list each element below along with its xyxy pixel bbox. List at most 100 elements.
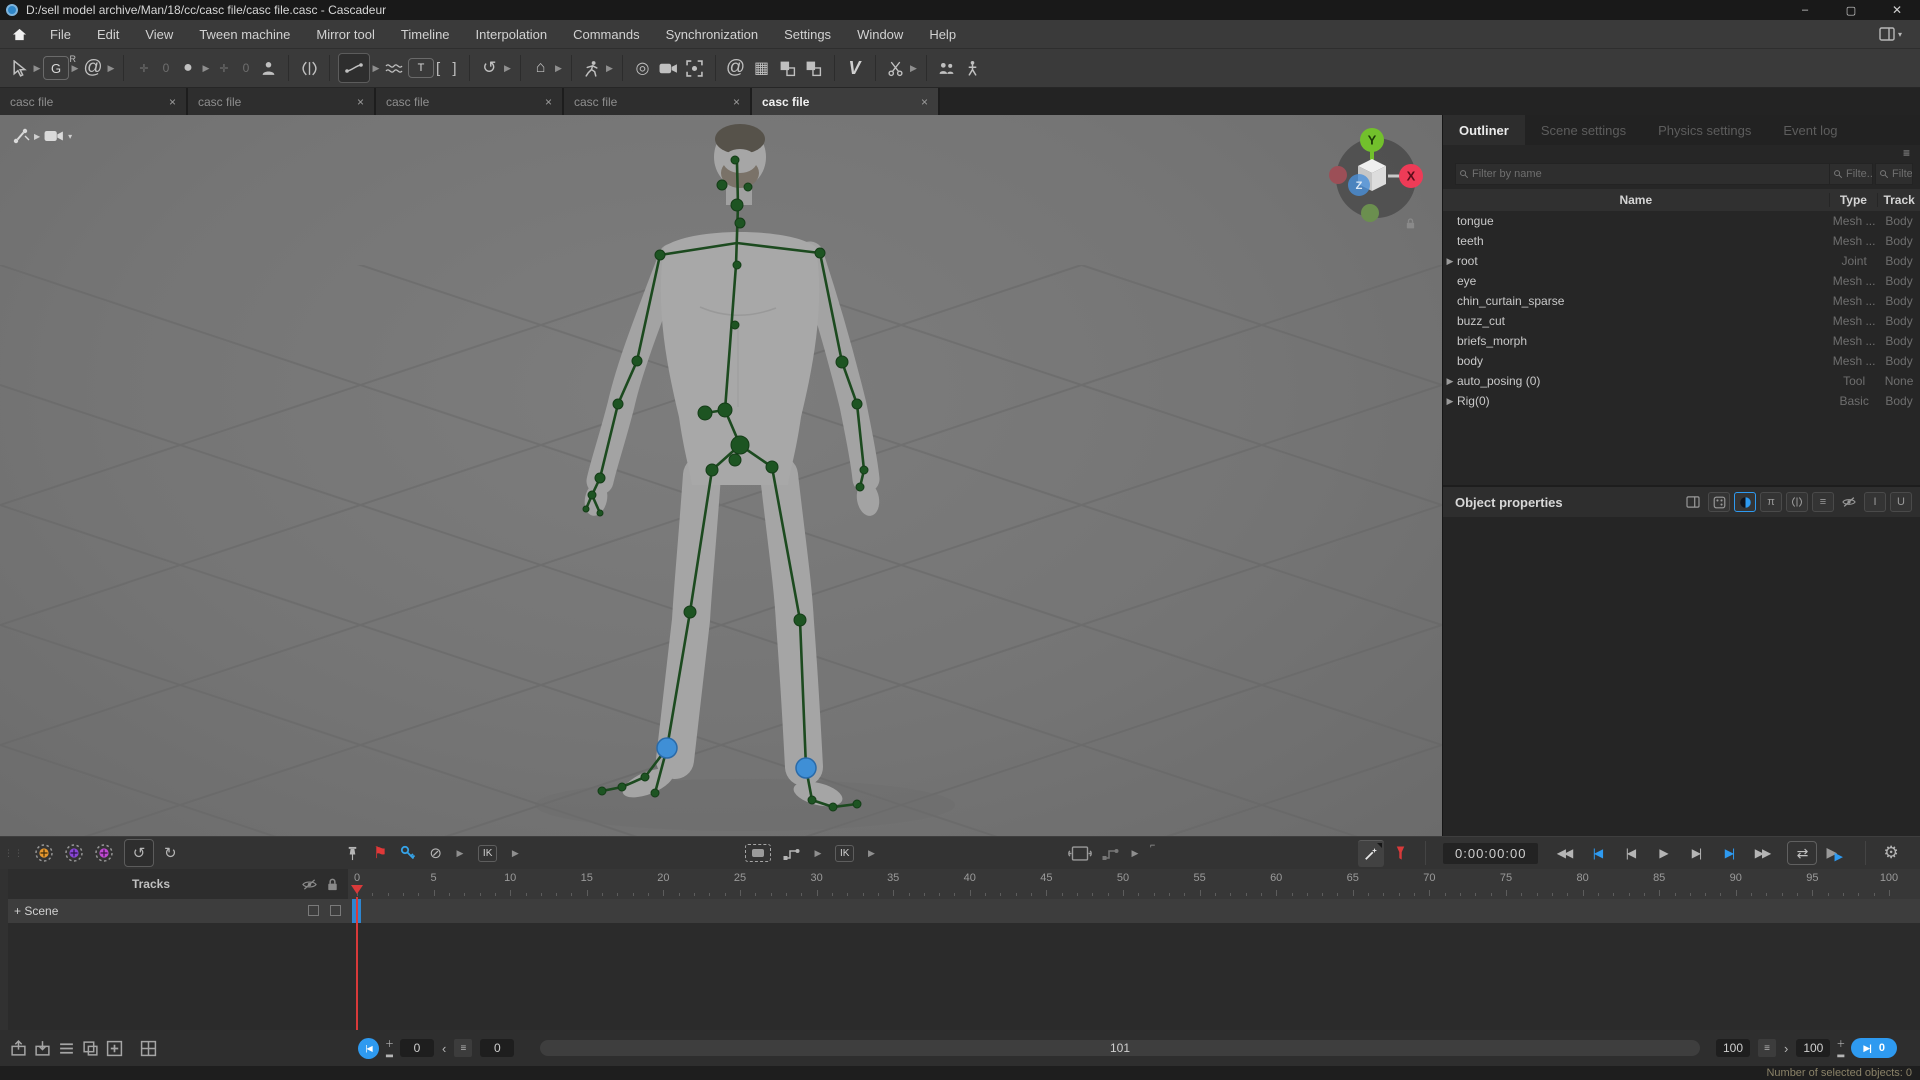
next-frame-button[interactable]: ▶| [1679, 841, 1712, 865]
rewind-button[interactable]: ◀◀ [1547, 841, 1580, 865]
column-type[interactable]: Type [1828, 193, 1878, 207]
cut-tool-button[interactable] [884, 54, 908, 82]
play-button[interactable]: ▶ [1646, 841, 1679, 865]
ik-fk-button[interactable]: IK [835, 844, 855, 862]
op-phase-icon[interactable] [1786, 492, 1808, 512]
outliner-row-tongue[interactable]: tongue Mesh ... Body [1443, 211, 1920, 231]
panel-tab-scene-settings[interactable]: Scene settings [1525, 115, 1642, 145]
next-chevron[interactable]: › [1784, 1041, 1788, 1056]
ghosting-caret[interactable]: ▶ [1131, 848, 1139, 859]
menu-timeline[interactable]: Timeline [388, 20, 463, 49]
curve-tool-caret[interactable]: ▶ [372, 63, 380, 74]
point-tool-caret[interactable]: ▶ [202, 63, 210, 74]
layout-a-button[interactable] [776, 54, 800, 82]
menu-help[interactable]: Help [916, 20, 969, 49]
loop-tool-button[interactable]: ↺ [478, 54, 502, 82]
phase-tool-button[interactable] [297, 54, 321, 82]
filter-type-input[interactable] [1846, 168, 1872, 180]
interval-menu-left[interactable]: ≡ [454, 1039, 473, 1057]
scene-lock-checkbox[interactable] [330, 905, 341, 916]
animation-mode-button[interactable] [580, 54, 604, 82]
document-tab-2[interactable]: casc file × [188, 88, 376, 115]
interval-range-bar[interactable]: 101 [540, 1040, 1700, 1056]
magic-wand-button[interactable] [1358, 839, 1384, 867]
menu-interpolation[interactable]: Interpolation [463, 20, 561, 49]
menu-view[interactable]: View [132, 20, 186, 49]
expand-arrow-icon[interactable]: ▶ [1443, 376, 1457, 387]
drag-handle-icon[interactable]: ⋮⋮ [4, 848, 24, 859]
tab-close-icon[interactable]: × [357, 95, 364, 109]
pivot-lock-caret[interactable]: ▶ [555, 63, 563, 74]
column-name[interactable]: Name [1443, 193, 1829, 207]
ban-caret[interactable]: ▶ [456, 848, 464, 859]
trajectory-button[interactable] [783, 846, 801, 860]
focus-button[interactable] [683, 54, 707, 82]
last-frame-field[interactable]: 100 [1796, 1039, 1831, 1057]
scene-track-row[interactable]: + Scene [0, 899, 1920, 923]
fulcrum-magenta-button[interactable] [94, 843, 114, 863]
jump-to-end-button[interactable]: ▶| [1712, 841, 1745, 865]
type-filter-field[interactable] [1829, 163, 1873, 185]
flag-button[interactable]: ⚑ [373, 843, 387, 863]
op-sphere-icon[interactable] [1734, 492, 1756, 512]
filter-funnel-button[interactable] [1393, 845, 1408, 861]
interval-start-field[interactable]: 0 [480, 1039, 515, 1057]
panel-tab-physics-settings[interactable]: Physics settings [1642, 115, 1767, 145]
menu-mirror-tool[interactable]: Mirror tool [303, 20, 388, 49]
menu-settings[interactable]: Settings [771, 20, 844, 49]
jump-end-blue-button[interactable]: ▶| 0 [1851, 1038, 1897, 1058]
cut-tool-caret[interactable]: ▶ [910, 63, 918, 74]
characters-button[interactable] [935, 54, 959, 82]
ik-caret[interactable]: ▶ [511, 848, 519, 859]
key-button[interactable] [400, 845, 416, 861]
tab-close-icon[interactable]: × [921, 95, 928, 109]
curve-tool-button[interactable] [338, 53, 370, 83]
panel-tab-outliner[interactable]: Outliner [1443, 115, 1525, 145]
outliner-row-teeth[interactable]: teeth Mesh ... Body [1443, 231, 1920, 251]
scene-track-label[interactable]: + Scene [14, 904, 58, 918]
ban-interpolation-button[interactable]: ⊘ [429, 844, 442, 862]
current-frame-field[interactable]: 0 [400, 1039, 435, 1057]
tab-close-icon[interactable]: × [545, 95, 552, 109]
select-tool-caret[interactable]: ▶ [33, 63, 41, 74]
outliner-row-body[interactable]: body Mesh ... Body [1443, 351, 1920, 371]
scene-visibility-checkbox[interactable] [308, 905, 319, 916]
walk-cycle-button[interactable] [961, 54, 985, 82]
text-tool-button[interactable]: T [408, 54, 434, 82]
orientation-gizmo[interactable]: Y X Z [1324, 121, 1436, 239]
jump-to-start-button[interactable]: |◀ [1580, 841, 1613, 865]
select-tool-button[interactable] [7, 54, 31, 82]
camera-button[interactable] [657, 54, 681, 82]
document-tab-5[interactable]: casc file × [752, 88, 940, 115]
expand-arrow-icon[interactable]: ▶ [1443, 396, 1457, 407]
home-icon[interactable] [12, 27, 27, 42]
op-window-icon[interactable] [1682, 492, 1704, 512]
menu-file[interactable]: File [37, 20, 84, 49]
spiral-tool-button[interactable]: @ [81, 54, 105, 82]
rig-mode-caret[interactable]: ▶ [34, 132, 40, 141]
interval-menu-right[interactable]: ≡ [1758, 1039, 1776, 1057]
outliner-row-briefs-morph[interactable]: briefs_morph Mesh ... Body [1443, 331, 1920, 351]
ghosting-button[interactable] [1102, 846, 1120, 860]
playback-settings-gear[interactable]: ⚙ [1883, 843, 1898, 863]
outliner-row-buzz-cut[interactable]: buzz_cut Mesh ... Body [1443, 311, 1920, 331]
viewport-grid-button[interactable]: ▦ [750, 54, 774, 82]
brackets-tool-button[interactable]: [ ] [436, 54, 461, 82]
viewport-camera-icon[interactable] [44, 129, 64, 143]
add-track-icon[interactable] [106, 1040, 123, 1057]
previous-frame-button[interactable]: |◀ [1613, 841, 1646, 865]
character-button[interactable] [256, 54, 280, 82]
playhead-marker[interactable] [351, 885, 363, 894]
outliner-menu-icon[interactable]: ≡ [1903, 146, 1910, 160]
filter-track-input[interactable] [1892, 168, 1912, 180]
layout-b-button[interactable] [802, 54, 826, 82]
tab-close-icon[interactable]: × [169, 95, 176, 109]
ik-fk-caret[interactable]: ▶ [867, 848, 875, 859]
import-frames-icon[interactable] [34, 1040, 51, 1057]
layout-switcher[interactable]: ▾ [1879, 27, 1902, 41]
autoposing-orange-button[interactable] [34, 843, 54, 863]
cycle-remove-button[interactable]: ↻ [164, 844, 177, 862]
document-tab-4[interactable]: casc file × [564, 88, 752, 115]
rig-mode-icon[interactable] [12, 127, 30, 145]
menu-tween-machine[interactable]: Tween machine [186, 20, 303, 49]
